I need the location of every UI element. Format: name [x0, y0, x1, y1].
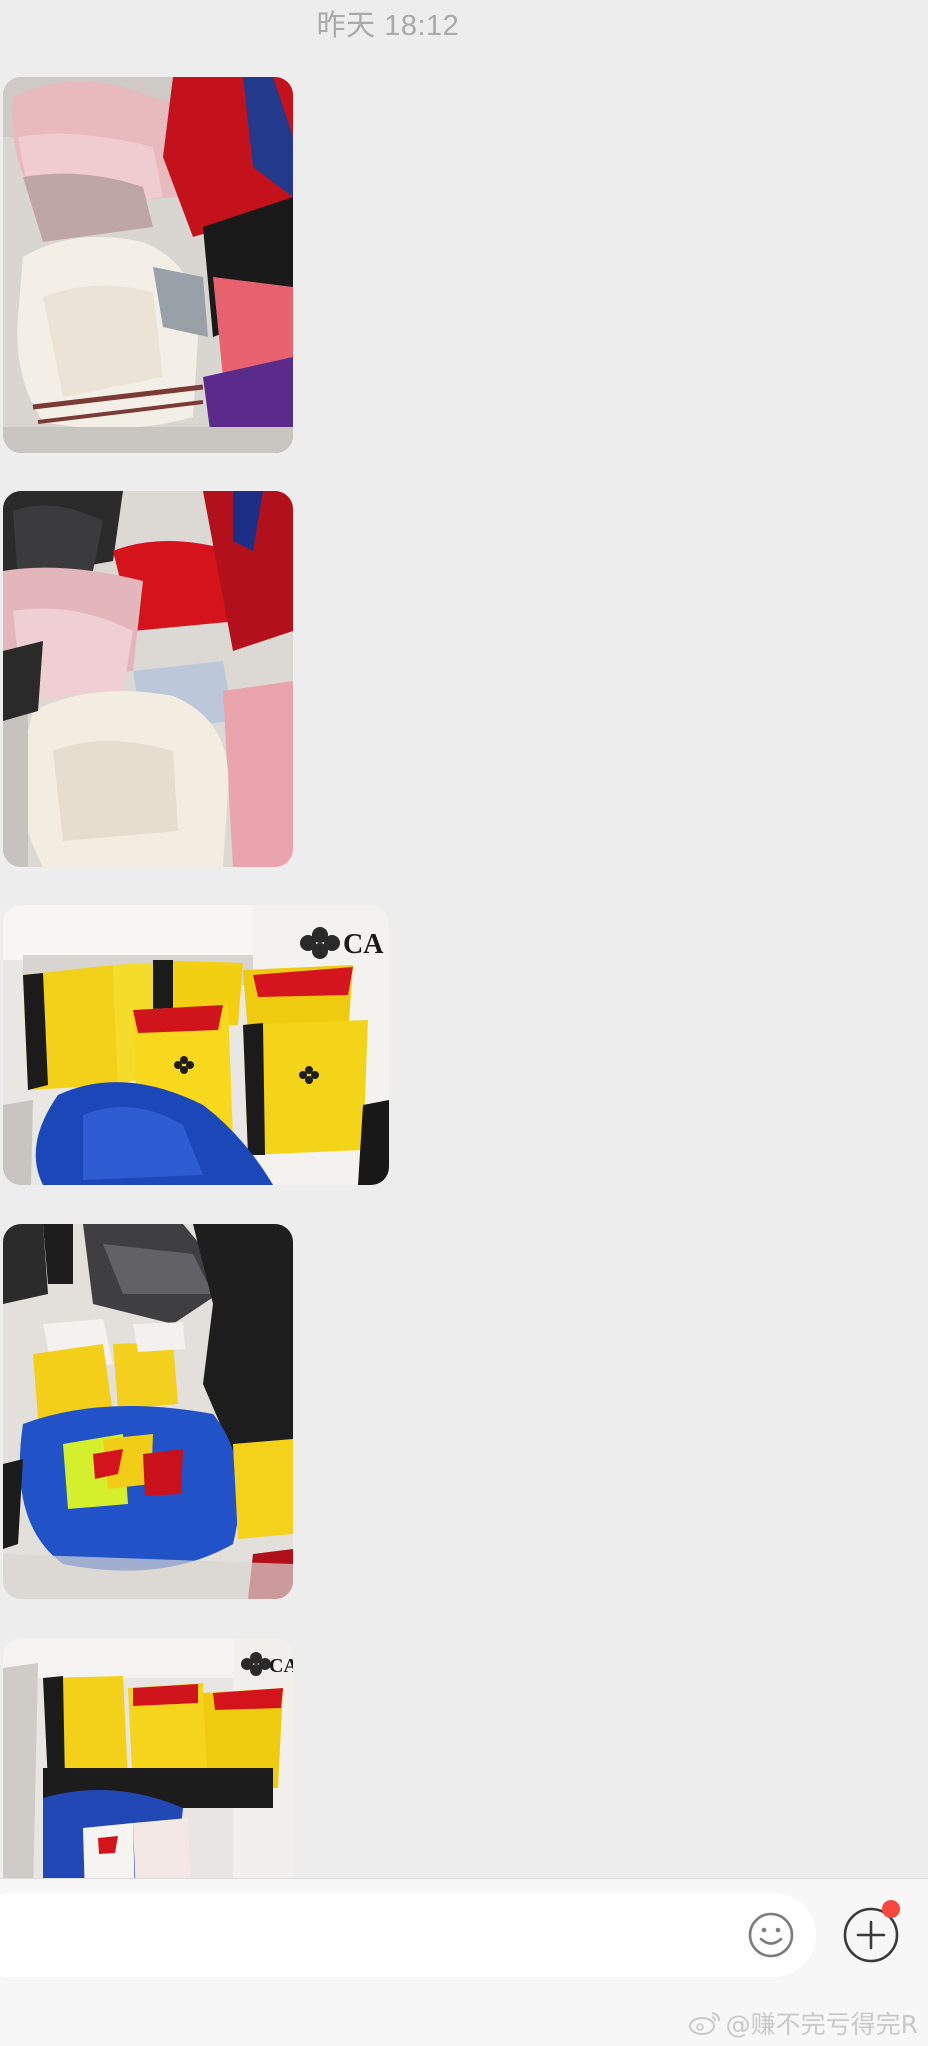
- watermark-text: @赚不完亏得完R: [725, 2010, 918, 2039]
- notification-dot: [882, 1900, 900, 1918]
- image-message-3[interactable]: CA: [3, 905, 389, 1185]
- smiley-icon[interactable]: [747, 1911, 795, 1959]
- watermark: @赚不完亏得完R: [688, 2005, 918, 2041]
- chat-message-list[interactable]: 昨天 18:12 CA CA: [0, 0, 928, 1878]
- image-message-4[interactable]: [3, 1224, 293, 1599]
- message-timestamp: 昨天 18:12: [316, 10, 460, 42]
- image-message-1[interactable]: [3, 77, 293, 453]
- chat-input-bar: @赚不完亏得完R: [0, 1878, 928, 2046]
- svg-text:CA: CA: [269, 1655, 293, 1677]
- weibo-icon: [688, 2012, 720, 2035]
- image-message-2[interactable]: [3, 491, 293, 867]
- svg-text:CA: CA: [343, 929, 384, 960]
- image-message-5[interactable]: CA: [3, 1638, 293, 1878]
- message-text-input[interactable]: [0, 1893, 816, 1977]
